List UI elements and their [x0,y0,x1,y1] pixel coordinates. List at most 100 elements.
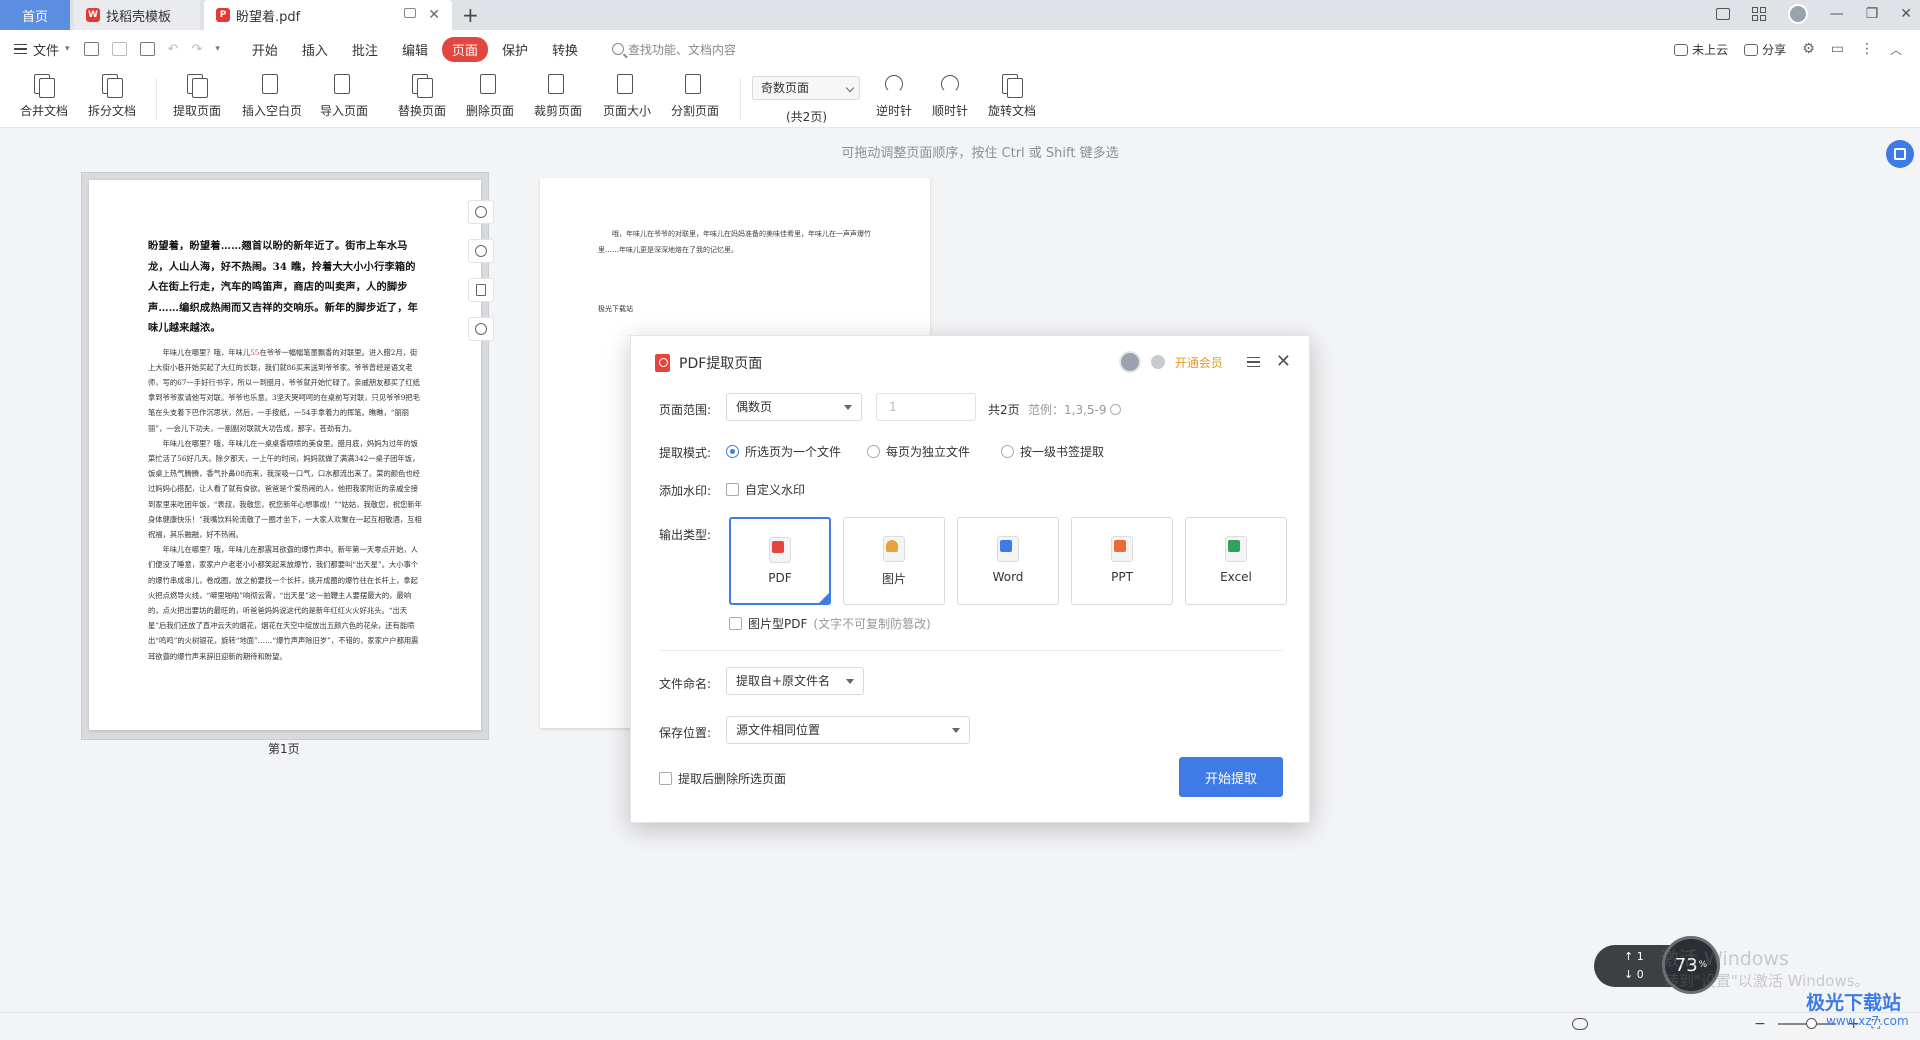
pdf-extract-icon [655,354,670,372]
save-location-select[interactable]: 源文件相同位置 [726,716,970,744]
file-naming-select[interactable]: 提取自+原文件名 [726,667,864,695]
pdf-logo-icon: P [216,8,230,22]
upload-value: 1 [1636,950,1644,963]
customize-dropdown-icon[interactable]: ▾ [215,44,220,54]
tab-home[interactable]: 首页 [0,0,70,30]
file-menu[interactable]: 文件 ▾ [14,40,70,59]
search-placeholder: 查找功能、文档内容 [628,42,737,57]
file-naming-value: 提取自+原文件名 [736,674,831,688]
mode-per-page-radio[interactable]: 每页为独立文件 [867,443,970,460]
close-icon[interactable]: ✕ [1276,353,1291,371]
page1-paragraph: 年味儿在哪里？哦，年味儿在那震耳欲聋的爆竹声中。新年第一天零点开始，人们便没了睡… [148,545,419,661]
rotate-document-icon [1000,72,1024,98]
page-total: (共2页) [786,110,827,124]
rotate-counterclockwise-button[interactable]: 逆时针 [876,72,912,119]
custom-watermark-checkbox[interactable]: 自定义水印 [726,481,805,498]
eye-icon[interactable] [1572,1018,1588,1030]
menu-icon[interactable] [1246,356,1260,368]
open-folder-icon[interactable] [83,42,99,56]
collapse-ribbon-icon[interactable]: ︿ [1890,41,1902,58]
crop-pages-button[interactable]: 裁剪页面 [534,72,582,119]
import-pages-button[interactable]: 导入页面 [320,72,368,119]
split-document-button[interactable]: 拆分文档 [88,72,136,119]
zoom-out-icon[interactable]: − [1754,1016,1766,1032]
crop-label: 裁剪页面 [534,104,583,118]
extract-pages-dialog: PDF提取页面 开通会员 ✕ 页面范围: 偶数页 1 共2页 范例：1,3,5-… [630,335,1310,823]
import-label: 导入页面 [320,104,369,118]
new-tab-plus-icon[interactable]: + [462,3,479,27]
replace-pages-button[interactable]: 替换页面 [398,72,446,119]
tab-insert[interactable]: 插入 [292,37,338,62]
format-pdf-option[interactable]: PDF [729,517,831,605]
close-icon[interactable]: ✕ [428,7,440,23]
extract-pages-button[interactable]: 提取页面 [173,72,221,119]
mode-bookmark-radio[interactable]: 按一级书签提取 [1001,443,1104,460]
tab-edit[interactable]: 编辑 [392,37,438,62]
tab-label: 找稻壳模板 [106,9,172,25]
page-size-button[interactable]: 页面大小 [603,72,651,119]
page-number-input[interactable]: 1 [876,393,976,421]
merge-documents-button[interactable]: 合并文档 [20,72,68,119]
format-ppt-option[interactable]: PPT [1071,517,1173,605]
delete-after-extract-checkbox[interactable]: 提取后删除所选页面 [659,770,786,787]
tab-protect[interactable]: 保护 [492,37,538,62]
page1-paragraph: 年味儿在哪里？哦，年味儿在一桌桌香喷喷的美食里。腊月底，妈妈为过年的饭菜忙活了5… [148,438,422,539]
insert-blank-page-button[interactable]: 插入空白页 [242,72,302,119]
insert-page-button[interactable] [468,317,494,341]
layout-icon[interactable] [1715,8,1730,20]
tab-bar: 首页 W 找稻壳模板 P 盼望着.pdf ✕ + — ❐ ✕ [0,0,1920,30]
divide-pages-button[interactable]: 分割页面 [671,72,719,119]
settings-icon[interactable]: ⚙ [1802,41,1815,57]
print-icon[interactable] [139,42,155,56]
delete-pages-button[interactable]: 删除页面 [466,72,514,119]
rotate-left-button[interactable] [468,200,494,224]
word-file-icon [997,536,1019,562]
start-extract-button[interactable]: 开始提取 [1179,757,1283,797]
avatar[interactable] [1787,4,1808,24]
restore-icon[interactable]: ❐ [1866,6,1879,22]
minimize-icon[interactable]: — [1830,6,1844,22]
replace-page-icon [410,72,434,98]
tab-page[interactable]: 页面 [441,36,488,62]
image-pdf-checkbox[interactable]: 图片型PDF (文字不可复制防篡改) [729,615,931,632]
radio-icon [867,445,880,458]
format-word-option[interactable]: Word [957,517,1059,605]
rotate-ccw-icon [882,72,906,98]
rotate-right-button[interactable] [468,239,494,263]
tab-pdf-document[interactable]: P 盼望着.pdf ✕ [204,0,452,30]
format-image-option[interactable]: 图片 [843,517,945,605]
comment-icon[interactable]: ▭ [1831,41,1844,57]
trash-icon [476,284,486,296]
page-range-select[interactable]: 偶数页 [726,393,862,421]
more-icon[interactable]: ⋮ [1860,41,1874,57]
page-thumbnail-1[interactable]: 盼望着，盼望着……翘首以盼的新年近了。街市上车水马龙，人山人海，好不热闹。34 … [89,180,481,730]
function-search[interactable]: 查找功能、文档内容 [612,41,736,58]
rotate-clockwise-button[interactable]: 顺时针 [932,72,968,119]
cloud-button[interactable]: 未上云 [1674,41,1728,58]
close-window-icon[interactable]: ✕ [1900,6,1912,22]
mode-single-file-radio[interactable]: 所选页为一个文件 [726,443,841,460]
zoom-knob[interactable] [1805,1018,1817,1029]
delete-page-button[interactable] [468,278,494,302]
extract-page-icon [185,72,209,98]
apps-grid-icon[interactable] [1751,7,1766,21]
undo-icon[interactable]: ↶ [168,42,179,57]
format-excel-option[interactable]: Excel [1185,517,1287,605]
tab-comment[interactable]: 批注 [342,37,388,62]
tab-docer-templates[interactable]: W 找稻壳模板 [74,0,200,30]
share-button[interactable]: 分享 [1744,41,1786,58]
info-icon[interactable] [1109,404,1121,415]
redo-icon[interactable]: ↷ [191,42,202,57]
page1-text: 在爷爷一幅幅笔墨飘香的对联里。进入腊2月，街上大街小巷开始买起了大红的长联，我们… [148,347,420,433]
rotate-document-button[interactable]: 旋转文档 [988,72,1036,119]
drag-hint: 可拖动调整页面顺序，按住 Ctrl 或 Shift 键多选 [841,146,1119,161]
tab-convert[interactable]: 转换 [542,37,588,62]
tab-start[interactable]: 开始 [242,37,288,62]
save-icon[interactable] [111,42,127,56]
tab-pin-icon[interactable] [404,8,416,18]
page-filter-select[interactable]: 奇数页面 [752,76,860,100]
image-pdf-label: 图片型PDF [748,617,808,631]
floating-tool-button[interactable] [1886,140,1914,168]
open-vip-link[interactable]: 开通会员 [1175,354,1223,371]
avatar[interactable] [1118,351,1141,373]
